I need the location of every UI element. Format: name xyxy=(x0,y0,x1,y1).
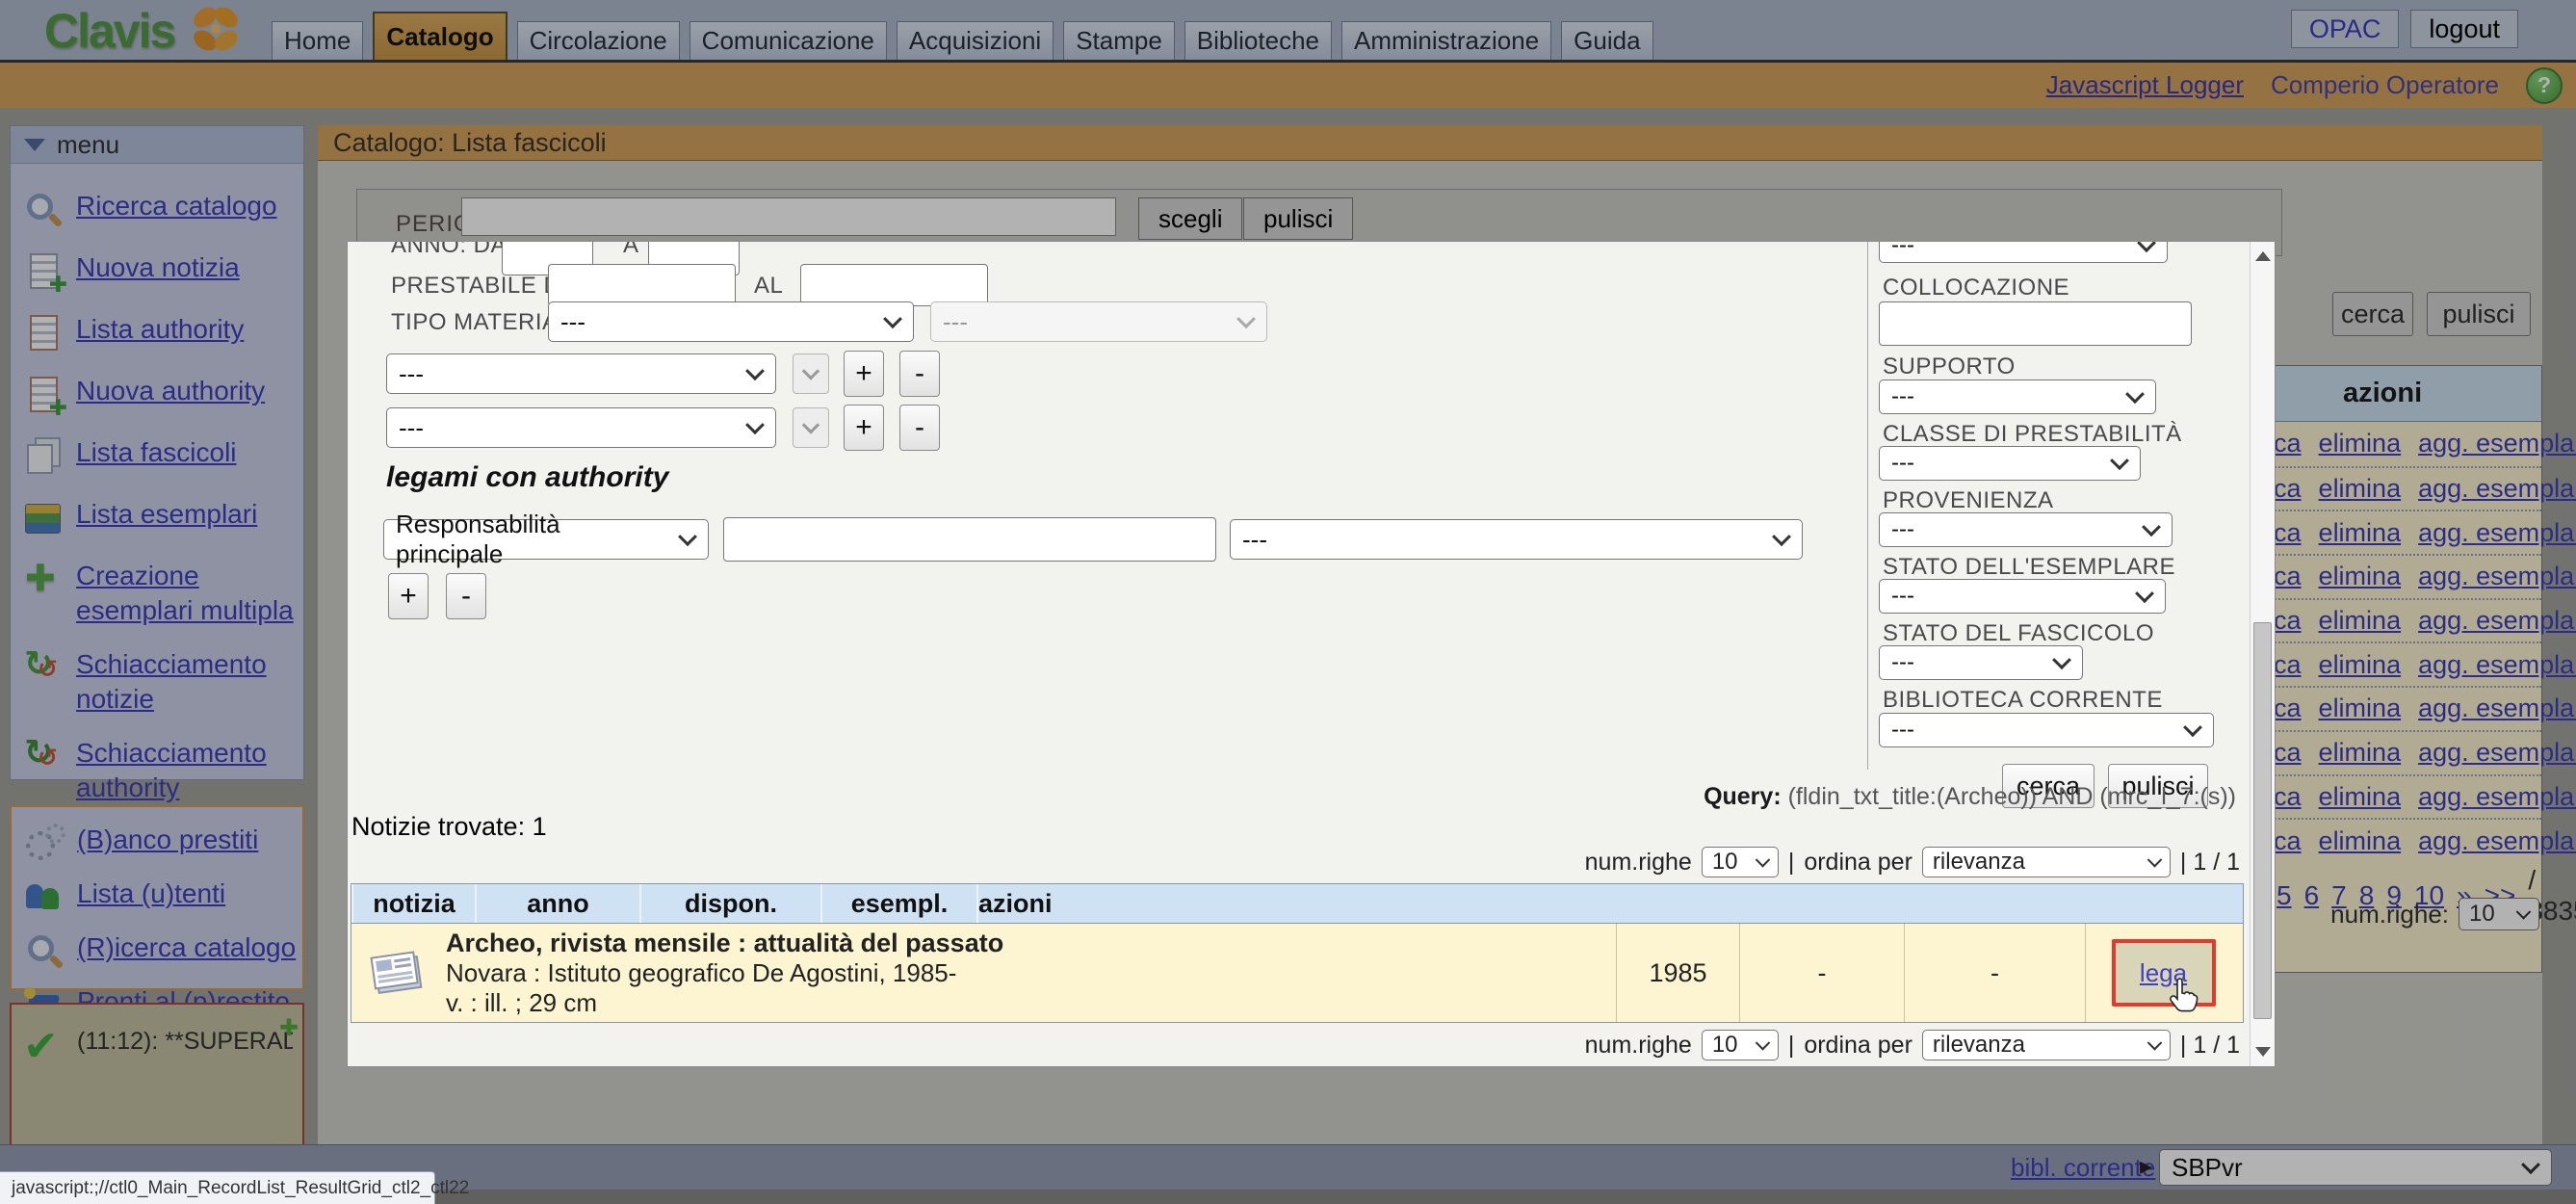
record-title[interactable]: Archeo, rivista mensile : attualità del … xyxy=(446,929,1003,958)
column-header: esempl. xyxy=(820,884,976,923)
search-modal: ANNO: DA A PRESTABILE DAL AL TIPO MATERI… xyxy=(347,241,2276,1067)
numrighe-label: num.righe xyxy=(1585,849,1692,877)
list-controls-bottom: num.righe 10 | ordina per rilevanza | 1 … xyxy=(1585,1030,2240,1060)
page-indicator: | 1 / 1 xyxy=(2180,1032,2240,1060)
column-header: notizia xyxy=(351,884,475,923)
expand-select-button-2 xyxy=(793,407,829,448)
authority-section-heading: legami con authority xyxy=(386,461,668,494)
record-dispon: - xyxy=(1739,924,1904,1022)
column-header: anno xyxy=(475,884,639,923)
biblioteca-corrente-modal-select[interactable]: --- xyxy=(1879,713,2214,747)
numrighe-label: num.righe xyxy=(1585,1032,1692,1060)
clavis-app: Clavis HomeCatalogoCircolazioneComunicaz… xyxy=(0,0,2576,1204)
ordina-per-select-bottom[interactable]: rilevanza xyxy=(1922,1030,2171,1060)
right-top-select[interactable]: --- xyxy=(1879,241,2168,263)
add-authority-button[interactable]: + xyxy=(388,573,429,619)
stato-fascicolo-select[interactable]: --- xyxy=(1879,645,2083,680)
scroll-down-arrow[interactable] xyxy=(2251,1039,2276,1064)
supporto-select[interactable]: --- xyxy=(1879,380,2156,414)
remove-criteria-button-2[interactable]: - xyxy=(899,405,940,451)
record-physical: v. : ill. ; 29 cm xyxy=(446,988,1003,1018)
newspaper-icon xyxy=(369,948,427,998)
ordina-per-select-top[interactable]: rilevanza xyxy=(1922,847,2171,877)
criteria-select-1[interactable]: --- xyxy=(386,353,776,394)
page-indicator: | 1 / 1 xyxy=(2180,849,2240,877)
supporto-label: SUPPORTO xyxy=(1883,353,2016,380)
anno-label: ANNO: DA xyxy=(391,241,507,259)
modal-scrollbar[interactable] xyxy=(2250,242,2275,1066)
anno-a-label: A xyxy=(623,241,639,259)
result-record-row[interactable]: Archeo, rivista mensile : attualità del … xyxy=(351,924,2243,1022)
ordina-per-label: ordina per xyxy=(1804,1032,1912,1060)
stato-esemplare-label: STATO DELL'ESEMPLARE xyxy=(1883,554,2175,581)
tipo-materiale-secondary-select: --- xyxy=(930,301,1267,342)
column-header: azioni xyxy=(976,884,1053,923)
authority-relation-select[interactable]: Responsabilità principale xyxy=(383,519,709,560)
expand-select-button-1 xyxy=(793,353,829,394)
provenienza-select[interactable]: --- xyxy=(1879,512,2173,547)
add-criteria-button-2[interactable]: + xyxy=(844,405,884,451)
stato-fascicolo-label: STATO DEL FASCICOLO xyxy=(1883,620,2154,647)
results-table: notiziaannodispon.esempl.azioni xyxy=(351,883,2244,1023)
query-text: (fldin_txt_title:(Archeo)) AND (mrc_l_7:… xyxy=(1788,783,2236,810)
column-header: dispon. xyxy=(639,884,820,923)
separator: | xyxy=(1788,1032,1795,1060)
scrollbar-thumb[interactable] xyxy=(2253,622,2272,1019)
list-controls-top: num.righe 10 | ordina per rilevanza | 1 … xyxy=(1585,847,2240,877)
query-label: Query: xyxy=(1704,783,1782,810)
authority-value-select[interactable]: --- xyxy=(1230,519,1803,560)
collocazione-label: COLLOCAZIONE xyxy=(1883,275,2069,301)
record-anno: 1985 xyxy=(1616,924,1739,1022)
status-bar-tooltip: javascript:;//ctl0_Main_RecordList_Resul… xyxy=(0,1171,435,1204)
ordina-per-label: ordina per xyxy=(1804,849,1912,877)
tipo-materiale-select[interactable]: --- xyxy=(548,301,914,342)
record-esempl: - xyxy=(1904,924,2085,1022)
remove-authority-button[interactable]: - xyxy=(446,573,486,619)
query-line: Query: (fldin_txt_title:(Archeo)) AND (m… xyxy=(1704,783,2236,811)
biblioteca-corrente-label: BIBLIOTECA CORRENTE xyxy=(1883,687,2163,714)
remove-criteria-button-1[interactable]: - xyxy=(899,351,940,397)
results-count: Notizie trovate: 1 xyxy=(351,812,547,842)
classe-prestabilita-select[interactable]: --- xyxy=(1879,446,2141,481)
results-table-header: notiziaannodispon.esempl.azioni xyxy=(351,884,2243,924)
add-criteria-button-1[interactable]: + xyxy=(844,351,884,397)
authority-text-input[interactable] xyxy=(723,517,1216,562)
scroll-up-arrow[interactable] xyxy=(2251,244,2276,269)
record-publisher: Novara : Istituto geografico De Agostini… xyxy=(446,958,1003,988)
classe-prestabilita-label: CLASSE DI PRESTABILITÀ xyxy=(1883,421,2182,448)
al-label: AL xyxy=(754,273,783,300)
criteria-select-2[interactable]: --- xyxy=(386,407,776,448)
numrighe-select-bottom[interactable]: 10 xyxy=(1702,1030,1779,1060)
provenienza-label: PROVENIENZA xyxy=(1883,487,2054,514)
prestabile-dal-input[interactable] xyxy=(548,264,736,306)
separator: | xyxy=(1788,849,1795,877)
numrighe-select-top[interactable]: 10 xyxy=(1702,847,1779,877)
stato-esemplare-select[interactable]: --- xyxy=(1879,579,2166,614)
lega-action-highlight: lega xyxy=(2112,939,2216,1007)
prestabile-al-input[interactable] xyxy=(800,264,988,306)
hand-cursor-icon xyxy=(2168,976,2200,1014)
form-divider xyxy=(1867,242,1868,770)
collocazione-input[interactable] xyxy=(1879,301,2192,346)
